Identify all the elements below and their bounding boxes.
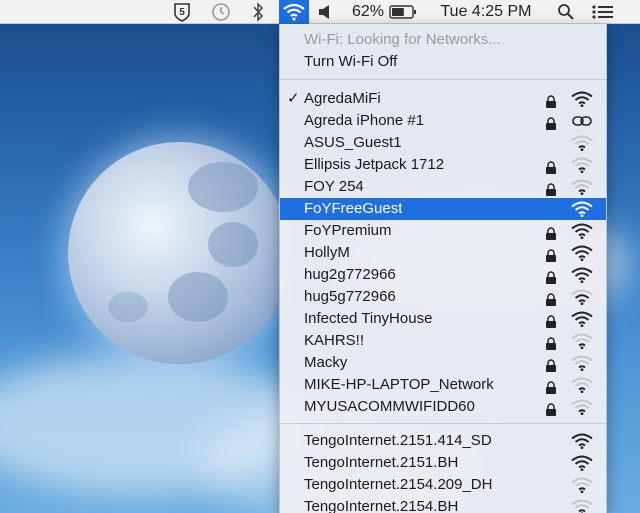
wifi-status: Wi-Fi: Looking for Networks...: [280, 29, 606, 51]
checkmark-icon: ✓: [287, 90, 300, 107]
search-icon[interactable]: [556, 0, 576, 24]
network-name: Infected TinyHouse: [304, 310, 433, 327]
network-item[interactable]: FoYFreeGuest: [280, 198, 606, 220]
network-item[interactable]: ✓ AgredaMiFi: [280, 88, 606, 110]
wifi-signal-icon: [571, 245, 593, 262]
lock-icon: [546, 95, 556, 108]
notification-center-icon[interactable]: [590, 0, 616, 24]
wifi-icon[interactable]: [279, 0, 309, 24]
wifi-signal-icon: [571, 179, 593, 196]
wifi-signal-icon: [571, 433, 593, 450]
menu-separator: [280, 423, 606, 424]
network-item[interactable]: MYUSACOMMWIFIDD60: [280, 396, 606, 418]
lock-icon: [546, 227, 556, 240]
wifi-signal-icon: [571, 399, 593, 416]
network-name: TengoInternet.2154.BH: [304, 498, 459, 513]
network-item[interactable]: Agreda iPhone #1: [280, 110, 606, 132]
lock-icon: [546, 183, 556, 196]
lock-icon: [546, 161, 556, 174]
turn-wifi-off-label: Turn Wi-Fi Off: [304, 53, 398, 70]
moon-image: [68, 142, 290, 364]
network-item[interactable]: TengoInternet.2154.209_DH: [280, 474, 606, 496]
network-item[interactable]: TengoInternet.2154.BH: [280, 496, 606, 513]
wifi-signal-icon: [571, 223, 593, 240]
wifi-signal-icon: [571, 289, 593, 306]
network-name: TengoInternet.2151.414_SD: [304, 432, 492, 449]
svg-text:5: 5: [179, 7, 185, 18]
network-item[interactable]: MIKE-HP-LAPTOP_Network: [280, 374, 606, 396]
lock-icon: [546, 117, 556, 130]
network-name: Ellipsis Jetpack 1712: [304, 156, 445, 173]
menu-bar: 5 62% Tue 4:25 PM: [0, 0, 640, 24]
wifi-signal-icon: [571, 135, 593, 152]
network-name: FOY 254: [304, 178, 364, 195]
network-name: MIKE-HP-LAPTOP_Network: [304, 376, 494, 393]
lock-icon: [546, 249, 556, 262]
battery-percent[interactable]: 62%: [350, 0, 386, 24]
wifi-menu: Wi-Fi: Looking for Networks... Turn Wi-F…: [279, 24, 607, 513]
network-name: hug5g772966: [304, 288, 396, 305]
wifi-signal-icon: [571, 91, 593, 108]
badge-5-icon[interactable]: 5: [170, 0, 194, 24]
network-item[interactable]: Infected TinyHouse: [280, 308, 606, 330]
network-name: Macky: [304, 354, 348, 371]
network-item[interactable]: KAHRS!!: [280, 330, 606, 352]
wifi-signal-icon: [571, 267, 593, 284]
wifi-signal-icon: [571, 499, 593, 513]
lock-icon: [546, 337, 556, 350]
wifi-status-label: Wi-Fi: Looking for Networks...: [304, 31, 501, 48]
personal-hotspot-icon: [572, 116, 592, 126]
network-item[interactable]: TengoInternet.2151.414_SD: [280, 430, 606, 452]
network-name: hug2g772966: [304, 266, 396, 283]
lock-icon: [546, 381, 556, 394]
volume-icon[interactable]: [315, 0, 335, 24]
network-item[interactable]: HollyM: [280, 242, 606, 264]
clock[interactable]: Tue 4:25 PM: [434, 0, 538, 24]
network-item[interactable]: Ellipsis Jetpack 1712: [280, 154, 606, 176]
turn-wifi-off-item[interactable]: Turn Wi-Fi Off: [280, 51, 606, 73]
network-name: TengoInternet.2154.209_DH: [304, 476, 493, 493]
network-name: AgredaMiFi: [304, 90, 381, 107]
menu-separator: [280, 79, 606, 80]
network-name: Agreda iPhone #1: [304, 112, 425, 129]
network-item[interactable]: hug5g772966: [280, 286, 606, 308]
lock-icon: [546, 403, 556, 416]
network-name: HollyM: [304, 244, 350, 261]
network-item[interactable]: Macky: [280, 352, 606, 374]
network-item[interactable]: FOY 254: [280, 176, 606, 198]
network-name: MYUSACOMMWIFIDD60: [304, 398, 475, 415]
wifi-signal-icon: [571, 477, 593, 494]
time-machine-icon[interactable]: [208, 0, 234, 24]
network-item[interactable]: ASUS_Guest1: [280, 132, 606, 154]
battery-icon[interactable]: [388, 0, 418, 24]
wifi-signal-icon: [571, 333, 593, 350]
network-name: TengoInternet.2151.BH: [304, 454, 459, 471]
wifi-signal-icon: [571, 311, 593, 328]
lock-icon: [546, 293, 556, 306]
lock-icon: [546, 359, 556, 372]
network-name: ASUS_Guest1: [304, 134, 402, 151]
lock-icon: [546, 315, 556, 328]
network-item[interactable]: TengoInternet.2151.BH: [280, 452, 606, 474]
lock-icon: [546, 271, 556, 284]
network-item[interactable]: hug2g772966: [280, 264, 606, 286]
wifi-signal-icon: [571, 455, 593, 472]
network-name: KAHRS!!: [304, 332, 365, 349]
wifi-signal-icon: [571, 157, 593, 174]
wifi-signal-icon: [571, 201, 593, 218]
wifi-signal-icon: [571, 377, 593, 394]
network-item[interactable]: FoYPremium: [280, 220, 606, 242]
wifi-signal-icon: [571, 355, 593, 372]
bluetooth-icon[interactable]: [248, 0, 268, 24]
network-name: FoYPremium: [304, 222, 392, 239]
network-name: FoYFreeGuest: [304, 200, 403, 217]
